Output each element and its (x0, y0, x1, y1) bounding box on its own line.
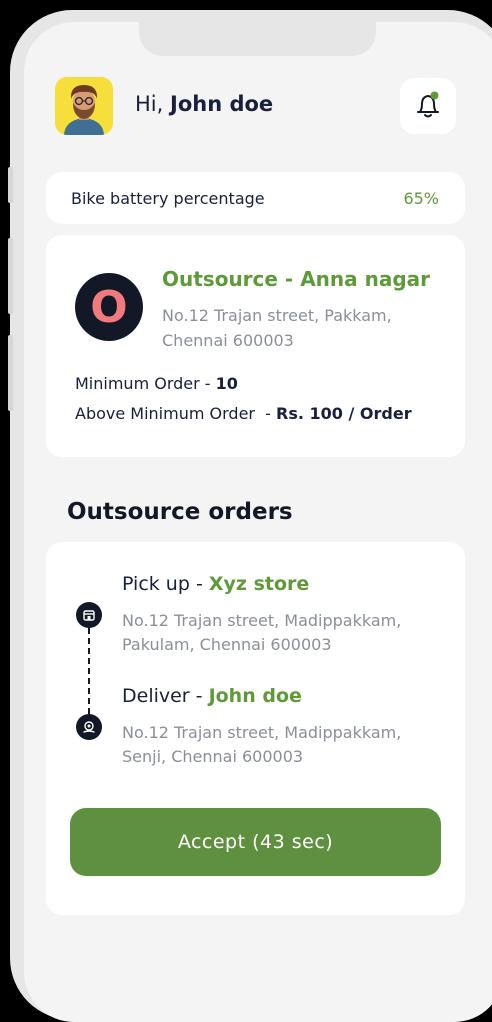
minimum-order-value: 10 (215, 374, 238, 393)
order-card: Pick up - Xyz store No.12 Trajan street,… (46, 542, 465, 915)
battery-label: Bike battery percentage (71, 189, 265, 208)
side-button-mute (8, 167, 13, 203)
greeting-prefix: Hi, (135, 92, 164, 116)
deliver-heading: Deliver - John doe (122, 685, 302, 707)
app-screen: Hi, John doe Bike battery percentage 65%… (24, 22, 492, 1022)
pickup-label: Pick up - (122, 573, 209, 595)
location-pin-icon (76, 714, 102, 740)
notification-button[interactable] (400, 78, 456, 134)
section-title: Outsource orders (67, 499, 293, 525)
phone-notch (139, 22, 376, 56)
user-name: John doe (170, 92, 274, 116)
side-button-volume-up (8, 238, 13, 314)
route-line (88, 628, 90, 714)
user-avatar-illustration (64, 85, 104, 135)
minimum-order: Minimum Order - 10 (75, 374, 238, 393)
accept-button[interactable]: Accept (43 sec) (70, 808, 441, 876)
greeting: Hi, John doe (135, 92, 273, 116)
outsource-title: Outsource - Anna nagar (162, 267, 431, 291)
store-icon (76, 602, 102, 628)
deliver-address: No.12 Trajan street, Madippakkam, Senji,… (122, 723, 402, 766)
bell-icon (417, 91, 439, 118)
outsource-card[interactable]: O Outsource - Anna nagar No.12 Trajan st… (46, 235, 465, 457)
above-minimum-value: Rs. 100 / Order (276, 404, 412, 423)
minimum-order-label: Minimum Order - (75, 374, 216, 393)
battery-value: 65% (403, 189, 439, 208)
above-minimum-order: Above Minimum Order - Rs. 100 / Order (75, 404, 412, 423)
pickup-name: Xyz store (208, 573, 310, 595)
pickup-address: No.12 Trajan street, Madippakkam, Pakula… (122, 611, 402, 654)
notification-dot (430, 91, 439, 100)
pickup-heading: Pick up - Xyz store (122, 573, 309, 595)
avatar[interactable] (55, 77, 113, 135)
deliver-label: Deliver - (122, 685, 209, 707)
battery-card: Bike battery percentage 65% (46, 172, 465, 224)
above-minimum-label: Above Minimum Order - (75, 404, 277, 423)
outsource-logo: O (75, 273, 143, 341)
deliver-name: John doe (208, 685, 302, 707)
side-button-volume-down (8, 335, 13, 411)
outsource-address: No.12 Trajan street, Pakkam, Chennai 600… (162, 306, 392, 350)
